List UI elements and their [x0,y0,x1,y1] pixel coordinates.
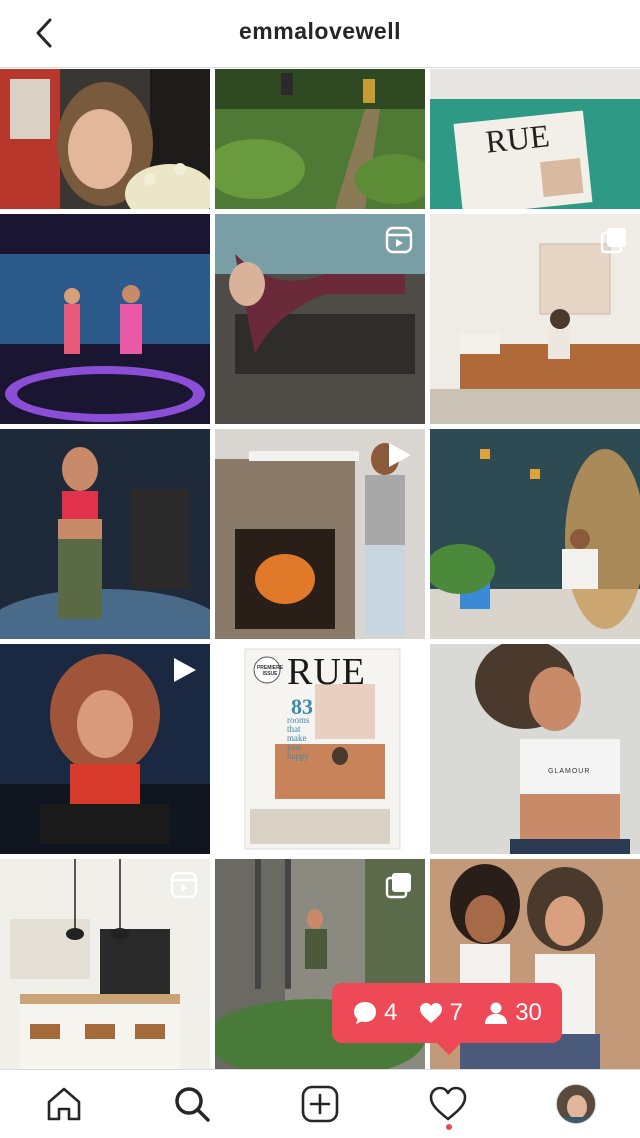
post-studio-duo[interactable] [0,214,210,424]
comment-icon [354,1002,377,1024]
carousel-icon [385,873,411,899]
search-icon [175,1087,210,1122]
bottom-tab-bar [0,1069,640,1138]
post-rue-cover[interactable]: PREMIERE ISSUE RUE 83 rooms that make yo… [215,644,425,854]
post-hiking-trail[interactable] [215,69,425,209]
tab-home[interactable] [44,1084,84,1124]
comments-count: 4 [352,999,397,1027]
rue-cover-headline: rooms that make you happy [287,715,310,761]
likes-count-value: 7 [449,999,463,1026]
home-icon [47,1087,81,1121]
new-post-icon [301,1085,339,1123]
post-workout-bike[interactable] [0,644,210,854]
top-header: emmalovewell [0,0,640,68]
rue-logo: RUE [287,651,366,693]
comments-count-value: 4 [384,999,398,1026]
post-kitchen-island[interactable] [0,859,210,1069]
tab-new-post[interactable] [300,1084,340,1124]
post-plank-exercise[interactable] [215,214,425,424]
post-selfie-flowers[interactable] [0,69,210,209]
post-plant-wall[interactable] [430,429,640,639]
profile-avatar[interactable] [556,1084,596,1124]
tab-activity[interactable] [428,1084,468,1124]
reels-icon [170,871,198,899]
heart-icon [419,1003,442,1023]
post-fireplace[interactable] [215,429,425,639]
follows-count-value: 30 [515,999,542,1026]
post-mirror-selfie[interactable] [0,429,210,639]
rue-cover-badge: PREMIERE ISSUE [256,665,284,677]
avatar-image [557,1085,595,1123]
post-living-room-sofa[interactable] [430,214,640,424]
post-rue-magazine-jacket[interactable]: RUE [430,69,640,209]
carousel-icon [600,228,626,254]
play-icon [174,658,196,682]
tab-search[interactable] [172,1084,212,1124]
svg-text:RUE: RUE [484,117,551,159]
play-icon [389,443,411,467]
post-sports-portrait[interactable]: GLAMOUR [430,644,640,854]
reels-icon [385,226,413,254]
sports-bra-text: GLAMOUR [548,768,591,775]
activity-notification-popup[interactable]: 4 7 30 [332,983,562,1055]
explore-grid: RUE PREMIERE ISSUE RUE 83 rooms that mak… [0,69,640,1069]
activity-indicator-dot [446,1124,452,1130]
profile-username-title: emmalovewell [239,18,401,44]
activity-heart-icon [429,1086,467,1121]
follows-count: 30 [483,999,542,1027]
likes-count: 7 [418,999,463,1027]
person-icon [485,1002,508,1024]
